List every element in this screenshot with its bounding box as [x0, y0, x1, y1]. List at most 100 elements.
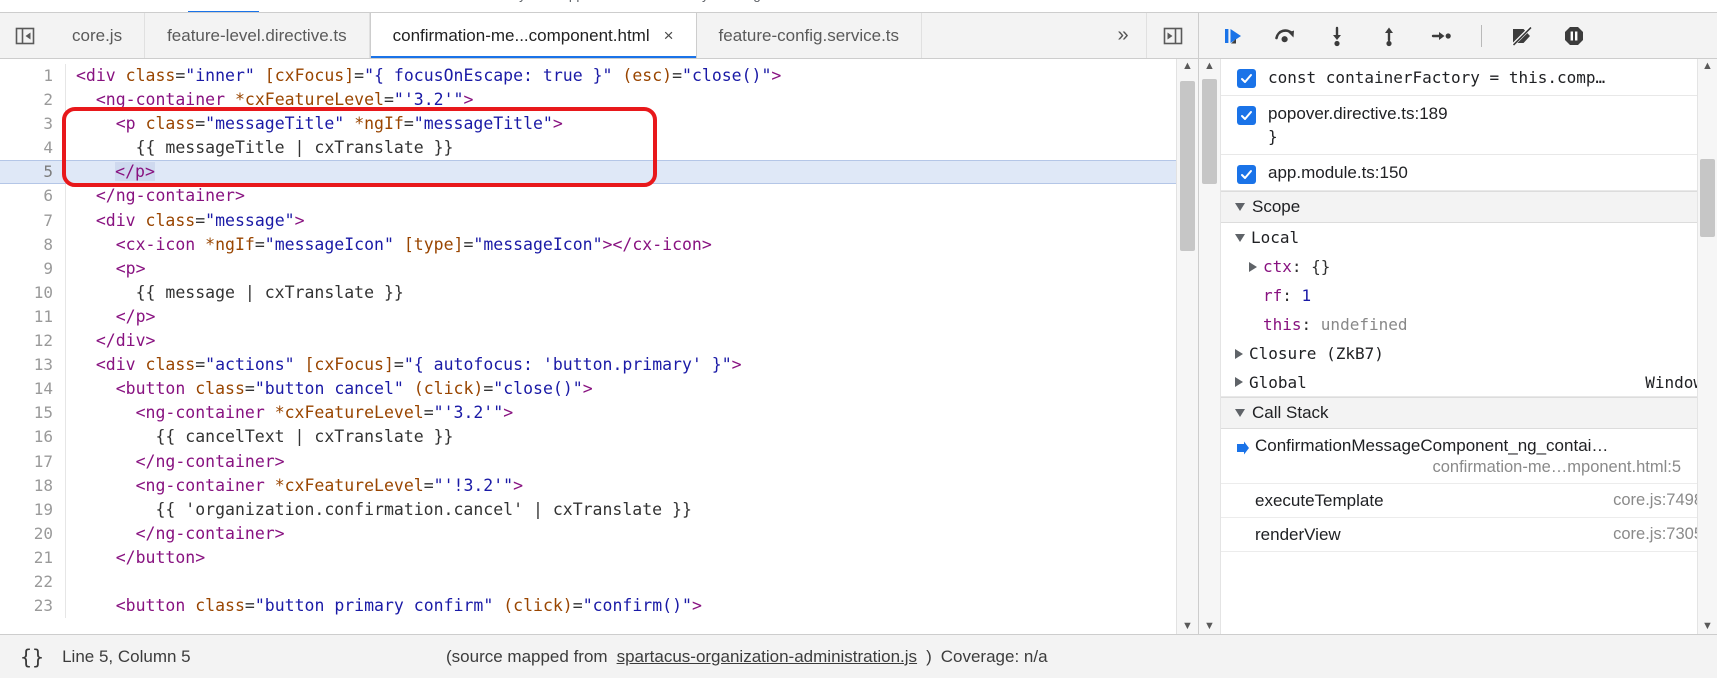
line-number[interactable]: 8 [0, 232, 66, 257]
code-line[interactable]: 19 {{ 'organization.confirmation.cancel'… [0, 497, 1176, 522]
scroll-down-icon[interactable]: ▼ [1702, 621, 1713, 632]
code-line[interactable]: 4 {{ messageTitle | cxTranslate }} [0, 136, 1176, 161]
breakpoint-checkbox[interactable] [1237, 69, 1256, 88]
code-editor[interactable]: 1 <div class="inner" [cxFocus]="{ focusOn… [0, 59, 1198, 634]
line-number[interactable]: 22 [0, 569, 66, 595]
line-number[interactable]: 9 [0, 256, 66, 281]
breakpoint-item[interactable]: app.module.ts:150 [1221, 155, 1717, 191]
line-number[interactable]: 20 [0, 521, 66, 546]
line-number[interactable]: 19 [0, 497, 66, 522]
call-stack-frame[interactable]: executeTemplate core.js:7498 [1221, 484, 1717, 518]
line-number[interactable]: 11 [0, 304, 66, 330]
panel-tab-console[interactable]: Console [98, 0, 182, 1]
code-line[interactable]: 3 <p class="messageTitle" *ngIf="message… [0, 112, 1176, 137]
close-icon[interactable]: × [664, 27, 674, 44]
line-number[interactable]: 23 [0, 594, 66, 619]
scrollbar-thumb[interactable] [1202, 79, 1217, 184]
code-line[interactable]: 23 <button class="button primary confirm… [0, 594, 1176, 619]
scroll-down-icon[interactable]: ▼ [1182, 621, 1193, 632]
scope-group-global[interactable]: Global Window [1221, 368, 1717, 397]
code-line[interactable]: 21 </button> [0, 545, 1176, 570]
line-number[interactable]: 10 [0, 280, 66, 305]
scope-group-local[interactable]: Local [1221, 223, 1717, 252]
panel-tab-recorder[interactable]: Recorder [826, 0, 916, 1]
panel-tab-network[interactable]: Network [265, 0, 349, 1]
line-number[interactable]: 18 [0, 473, 66, 498]
code-area[interactable]: 1 <div class="inner" [cxFocus]="{ focusOn… [0, 59, 1176, 634]
breakpoint-checkbox[interactable] [1237, 106, 1256, 125]
line-number[interactable]: 17 [0, 449, 66, 474]
line-number[interactable]: 12 [0, 329, 66, 354]
scope-entry-this[interactable]: this: undefined [1221, 310, 1717, 339]
source-map-link[interactable]: spartacus-organization-administration.js [617, 647, 917, 667]
chevron-right-icon[interactable] [1235, 348, 1243, 359]
code-line[interactable]: 20 </ng-container> [0, 521, 1176, 546]
code-line[interactable]: 17 </ng-container> [0, 449, 1176, 474]
code-line[interactable]: 7 <div class="message"> [0, 208, 1176, 233]
code-line[interactable]: 14 <button class="button cancel" (click)… [0, 377, 1176, 402]
code-line[interactable]: 18 <ng-container *cxFeatureLevel="'!3.2'… [0, 473, 1176, 498]
step-over-next-function-call-icon[interactable] [1269, 20, 1301, 52]
line-number[interactable]: 14 [0, 377, 66, 402]
debugger-right-scrollbar[interactable]: ▲ ▼ [1697, 59, 1717, 634]
scroll-up-icon[interactable]: ▲ [1702, 61, 1713, 72]
resume-script-execution-icon[interactable] [1217, 20, 1249, 52]
code-line[interactable]: 10 {{ message | cxTranslate }} [0, 280, 1176, 305]
panel-tab-lighthouse[interactable]: Lighthouse [726, 0, 826, 1]
scope-entry-ctx[interactable]: ctx: {} [1221, 252, 1717, 281]
code-line[interactable]: 15 <ng-container *cxFeatureLevel="'3.2'"… [0, 401, 1176, 426]
deactivate-breakpoints-icon[interactable] [1506, 20, 1538, 52]
code-line[interactable]: 2 <ng-container *cxFeatureLevel="'3.2'"> [0, 88, 1176, 113]
line-number[interactable]: 1 [0, 64, 66, 89]
panel-tab-sources[interactable]: Sources [182, 0, 266, 1]
step-into-next-function-call-icon[interactable] [1321, 20, 1353, 52]
panel-tab-memory[interactable]: Memory [460, 0, 543, 1]
panel-tab-performance[interactable]: Performance [349, 0, 460, 1]
scope-group-closure[interactable]: Closure (ZkB7) [1221, 339, 1717, 368]
pause-on-exceptions-icon[interactable] [1558, 20, 1590, 52]
scrollbar-thumb[interactable] [1700, 159, 1715, 237]
editor-scrollbar[interactable]: ▲ ▼ [1176, 59, 1198, 634]
more-tabs-chevron-icon[interactable]: » [1100, 13, 1146, 58]
line-number[interactable]: 6 [0, 184, 66, 209]
breakpoint-item[interactable]: const containerFactory = this.comp… [1221, 59, 1717, 96]
code-line[interactable]: 16 {{ cancelText | cxTranslate }} [0, 425, 1176, 450]
chevron-right-icon[interactable] [1235, 377, 1243, 387]
code-line[interactable]: 6 </ng-container> [0, 184, 1176, 209]
scroll-up-icon[interactable]: ▲ [1182, 61, 1193, 72]
line-number[interactable]: 4 [0, 136, 66, 161]
code-line[interactable]: 1 <div class="inner" [cxFocus]="{ focusOn… [0, 64, 1176, 89]
code-line[interactable]: 22 [0, 569, 1176, 595]
call-stack-section-header[interactable]: Call Stack [1221, 397, 1717, 429]
show-debugger-icon[interactable] [1146, 13, 1198, 58]
step-out-of-current-function-icon[interactable] [1373, 20, 1405, 52]
breakpoint-item[interactable]: popover.directive.ts:189 } [1221, 96, 1717, 155]
file-tab-core-js[interactable]: core.js [50, 13, 146, 58]
scope-section-header[interactable]: Scope [1221, 191, 1717, 223]
breakpoint-checkbox[interactable] [1237, 165, 1256, 184]
code-line[interactable]: 9 <p> [0, 256, 1176, 281]
line-number[interactable]: 21 [0, 545, 66, 570]
code-line[interactable]: 5 </p> [0, 160, 1176, 185]
scrollbar-thumb[interactable] [1180, 81, 1195, 251]
line-number[interactable]: 2 [0, 88, 66, 113]
debugger-left-scrollbar[interactable]: ▲ ▼ [1199, 59, 1221, 634]
line-number[interactable]: 7 [0, 208, 66, 233]
line-number[interactable]: 13 [0, 353, 66, 378]
line-number[interactable]: 15 [0, 401, 66, 426]
line-number[interactable]: 5 [0, 160, 66, 185]
code-line[interactable]: 8 <cx-icon *ngIf="messageIcon" [type]="m… [0, 232, 1176, 257]
code-line[interactable]: 13 <div class="actions" [cxFocus]="{ aut… [0, 353, 1176, 378]
show-navigator-icon[interactable] [0, 13, 50, 58]
pretty-print-braces-icon[interactable]: {} [0, 645, 62, 669]
call-stack-frame[interactable]: ConfirmationMessageComponent_ng_contai… … [1221, 429, 1717, 484]
panel-tab-application[interactable]: Application [543, 0, 643, 1]
scroll-down-icon[interactable]: ▼ [1204, 621, 1215, 632]
file-tab-confirmation-message-component-html[interactable]: confirmation-me...component.html × [369, 13, 697, 58]
code-line[interactable]: 12 </div> [0, 329, 1176, 354]
panel-tab-security[interactable]: Security [643, 0, 726, 1]
panel-tab-elements[interactable]: Elements [8, 0, 98, 1]
call-stack-frame[interactable]: renderView core.js:7305 [1221, 518, 1717, 552]
line-number[interactable]: 3 [0, 112, 66, 137]
code-line[interactable]: 11 </p> [0, 304, 1176, 330]
